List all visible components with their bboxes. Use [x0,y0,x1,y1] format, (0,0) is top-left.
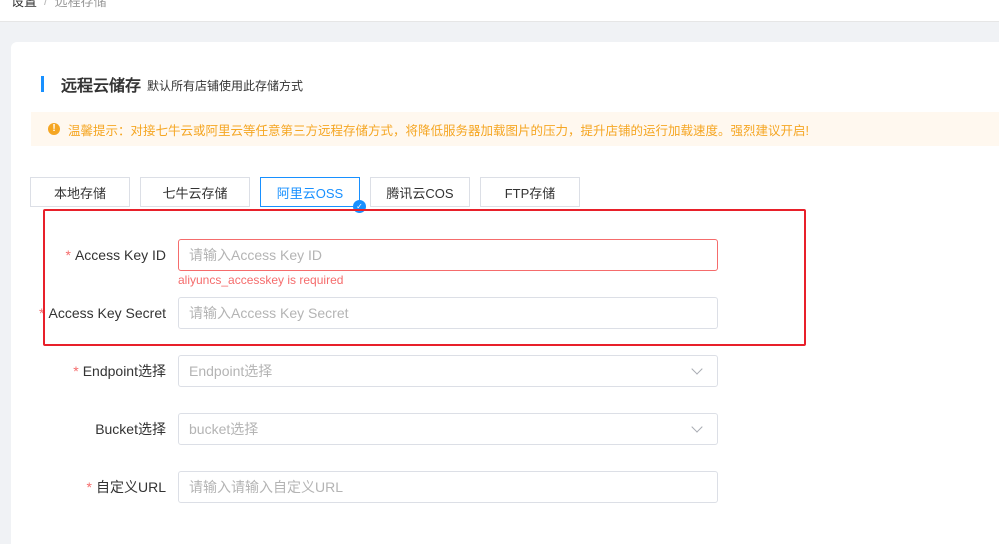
tab-tencent-cos[interactable]: 腾讯云COS [370,177,470,207]
chevron-down-icon [691,363,703,375]
access-key-id-error: aliyuncs_accesskey is required [178,273,344,287]
access-key-secret-label: * Access Key Secret [39,305,166,321]
tab-aliyun-oss[interactable]: 阿里云OSS ✓ [260,177,366,213]
tab-label: 七牛云存储 [162,185,228,201]
form-row-endpoint: * Endpoint选择 Endpoint选择 [11,355,718,387]
endpoint-select[interactable]: Endpoint选择 [178,355,718,387]
check-icon: ✓ [353,200,366,213]
tab-label: 阿里云OSS [276,185,344,201]
form-row-access-key-secret: * Access Key Secret [11,297,718,329]
bucket-placeholder: bucket选择 [189,421,259,437]
access-key-secret-input[interactable] [178,297,718,329]
breadcrumb: 设置 / 远程存储 [11,0,107,10]
chevron-down-icon [691,421,703,433]
tab-label: FTP存储 [504,185,556,201]
tab-local-storage[interactable]: 本地存储 [30,177,130,207]
section-title: 远程云储存 [61,78,142,95]
bucket-select[interactable]: bucket选择 [178,413,718,445]
breadcrumb-separator: / [44,0,48,8]
form-row-bucket: Bucket选择 bucket选择 [11,413,718,445]
tab-label: 本地存储 [53,185,106,201]
access-key-id-input[interactable] [178,239,718,271]
section-header: 远程云储存 默认所有店铺使用此存储方式 [41,72,303,96]
required-mark: * [65,247,71,263]
storage-tabs: 本地存储 七牛云存储 阿里云OSS ✓ 腾讯云COS FTP存储 [30,177,590,213]
required-mark: * [39,305,45,321]
top-bar: 设置 / 远程存储 [0,0,999,22]
breadcrumb-current: 远程存储 [54,0,107,9]
bucket-label: Bucket选择 [95,421,166,437]
notice-text: 温馨提示：对接七牛云或阿里云等任意第三方远程存储方式，将降低服务器加载图片的压力… [68,123,809,138]
access-key-id-label: * Access Key ID [65,247,166,263]
custom-url-input[interactable] [178,471,718,503]
required-mark: * [73,363,79,379]
endpoint-placeholder: Endpoint选择 [189,363,273,379]
form-row-custom-url: * 自定义URL [11,471,718,503]
section-description: 默认所有店铺使用此存储方式 [147,78,304,93]
endpoint-label: * Endpoint选择 [73,363,166,379]
title-accent-bar [41,76,44,92]
info-circle-icon: ! [48,123,60,135]
tab-label: 腾讯云COS [386,185,454,201]
form-row-access-key-id: *Access Key ID aliyuncs_accesskey is req… [11,239,718,287]
custom-url-label: * 自定义URL [86,479,166,495]
tab-qiniu-storage[interactable]: 七牛云存储 [140,177,250,207]
required-mark: * [86,479,92,495]
tab-ftp-storage[interactable]: FTP存储 [480,177,580,207]
settings-card: 远程云储存 默认所有店铺使用此存储方式 ! 温馨提示：对接七牛云或阿里云等任意第… [11,42,999,544]
notice-banner: ! 温馨提示：对接七牛云或阿里云等任意第三方远程存储方式，将降低服务器加载图片的… [31,112,999,146]
breadcrumb-parent[interactable]: 设置 [11,0,37,10]
